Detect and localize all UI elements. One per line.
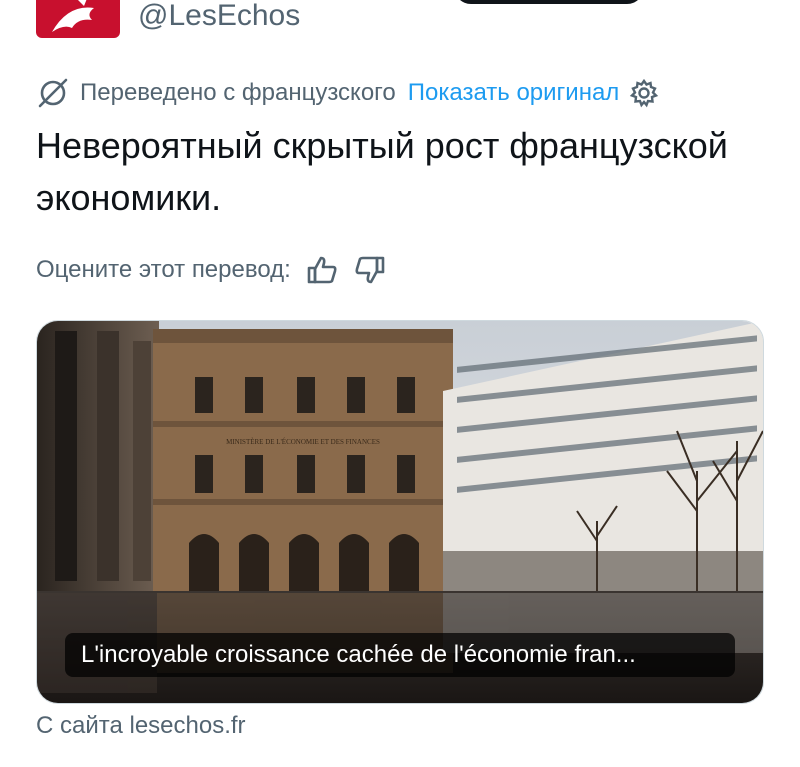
translation-notice: Переведено с французского Показать ориги…: [36, 76, 659, 110]
rate-translation-label: Оцените этот перевод:: [36, 256, 291, 283]
avatar[interactable]: [36, 0, 120, 38]
translation-label: Переведено с французского: [80, 79, 396, 106]
thumbs-down-icon[interactable]: [353, 253, 387, 287]
facade-inscription: MINISTÈRE DE L'ÉCONOMIE ET DES FINANCES: [226, 438, 380, 446]
tweet-text: Невероятный скрытый рост французской эко…: [36, 125, 728, 218]
show-original-link[interactable]: Показать оригинал: [408, 79, 620, 107]
card-source[interactable]: С сайта lesechos.fr: [36, 712, 246, 740]
follow-button[interactable]: [454, 0, 644, 4]
rate-translation: Оцените этот перевод:: [36, 252, 387, 288]
link-card[interactable]: MINISTÈRE DE L'ÉCONOMIE ET DES FINANCES: [36, 320, 764, 704]
gear-icon[interactable]: [629, 78, 659, 108]
account-handle[interactable]: @LesEchos: [138, 0, 300, 34]
card-title: L'incroyable croissance cachée de l'écon…: [65, 633, 735, 677]
les-echos-logo-icon: [52, 0, 94, 32]
thumbs-up-icon[interactable]: [305, 253, 339, 287]
translate-icon: [38, 78, 68, 108]
